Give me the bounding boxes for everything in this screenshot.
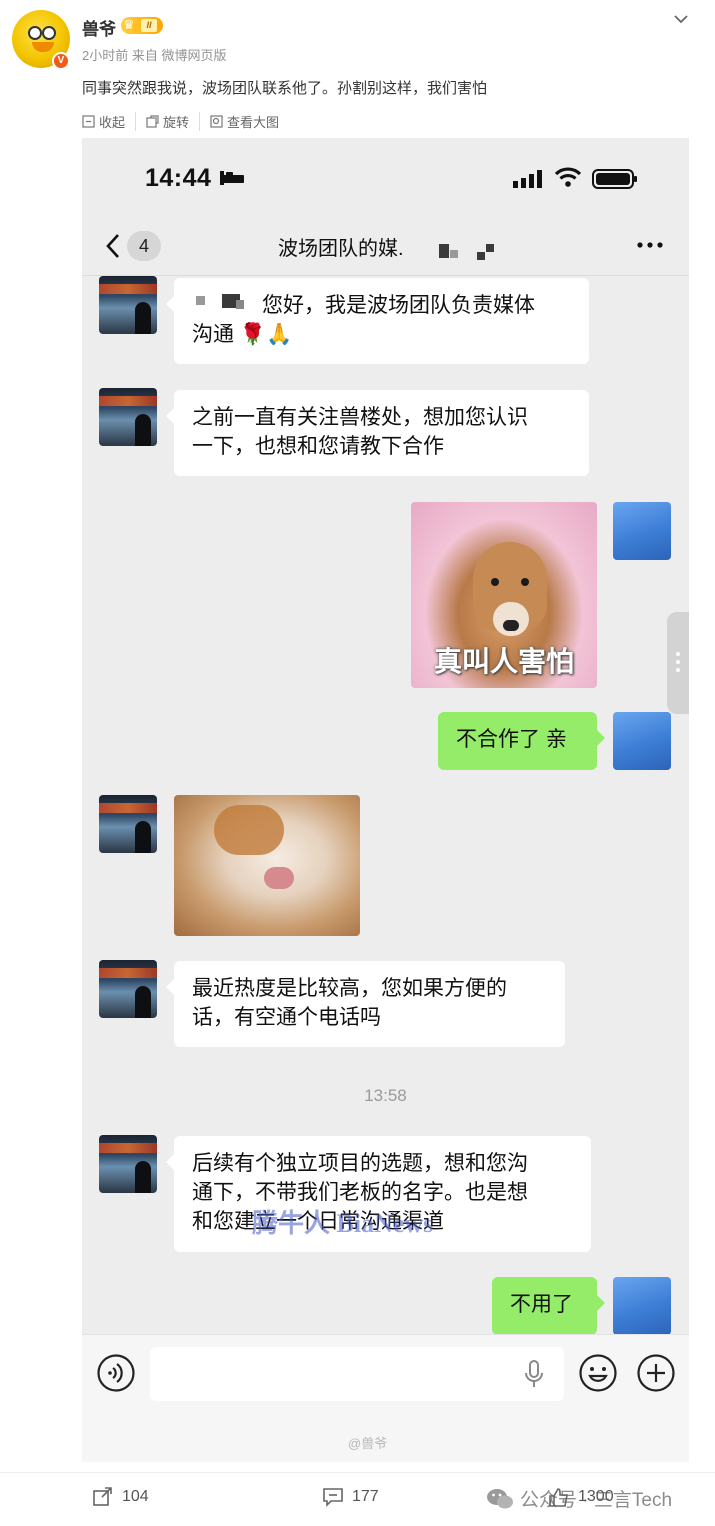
chat-timestamp: 13:58 xyxy=(364,1086,407,1105)
image-caption: 真叫人害怕 xyxy=(433,646,574,677)
message-bubble[interactable]: 不用了 xyxy=(492,1277,605,1335)
message-bubble[interactable]: 您好，我是波场团队负责媒体 沟通 🌹🙏 xyxy=(166,278,589,364)
contact-avatar[interactable] xyxy=(99,276,157,334)
message-bubble[interactable]: 之前一直有关注兽楼处，想加您认识 一下，也想和您请教下合作 xyxy=(166,390,589,476)
bed-icon xyxy=(220,171,244,185)
contact-avatar[interactable] xyxy=(99,388,157,446)
rotate-icon xyxy=(146,114,159,128)
message-text: 一下，也想和您请教下合作 xyxy=(192,435,444,458)
redaction-block xyxy=(486,244,494,252)
post-text: 同事突然跟我说，波场团队联系他了。孙割别这样，我们害怕 xyxy=(82,80,488,97)
mic-icon[interactable] xyxy=(523,1359,545,1389)
contact-avatar[interactable] xyxy=(99,960,157,1018)
repost-button[interactable]: 104 xyxy=(92,1487,149,1507)
self-avatar[interactable] xyxy=(613,712,671,770)
message-text: 不合作了 亲 xyxy=(456,728,567,751)
redaction-block xyxy=(196,296,205,305)
comment-count: 177 xyxy=(352,1488,379,1505)
vip-level: II xyxy=(141,19,157,32)
image-message[interactable] xyxy=(174,795,360,936)
image-toolbar: 收起 旋转 查看大图 xyxy=(82,110,299,132)
vip-crown-icon: ♛ II xyxy=(121,17,163,34)
comment-button[interactable]: 177 xyxy=(322,1487,379,1507)
message-text: 最近热度是比较高，您如果方便的 xyxy=(192,977,507,1000)
plus-icon[interactable] xyxy=(636,1353,676,1393)
side-drag-handle[interactable] xyxy=(667,612,689,714)
collapse-button[interactable]: 收起 xyxy=(82,111,137,131)
emoji-icon[interactable] xyxy=(578,1353,618,1393)
voice-input-icon[interactable] xyxy=(96,1353,136,1393)
redaction-block xyxy=(477,252,485,260)
verified-badge-icon: V xyxy=(52,52,70,70)
collapse-label: 收起 xyxy=(99,114,126,130)
weibo-post: V 兽爷 ♛ II 2小时前 来自 微博网页版 同事突然跟我说，波场团队联系他了… xyxy=(0,0,715,1526)
like-count: 1300 xyxy=(578,1488,614,1505)
redaction-block xyxy=(450,250,458,258)
message-input[interactable] xyxy=(150,1347,564,1401)
view-large-button[interactable]: 查看大图 xyxy=(210,112,289,131)
wifi-icon xyxy=(554,167,582,187)
post-header: V 兽爷 ♛ II 2小时前 来自 微博网页版 同事突然跟我说，波场团队联系他了… xyxy=(0,0,715,100)
battery-icon xyxy=(592,169,637,189)
repost-icon xyxy=(93,1487,112,1506)
watermark: 腾牛人 BiaNews xyxy=(252,1209,434,1238)
back-icon[interactable] xyxy=(104,232,122,260)
self-avatar[interactable] xyxy=(613,1277,671,1335)
view-large-icon xyxy=(210,114,223,128)
message-text: 不用了 xyxy=(510,1293,573,1316)
redaction-block xyxy=(439,244,449,258)
like-button[interactable]: 1300 xyxy=(548,1487,614,1507)
repost-count: 104 xyxy=(122,1488,149,1505)
message-text: 后续有个独立项目的选题，想和您沟 xyxy=(192,1152,528,1175)
post-actions: 104 177 公众号 · 三言Tech 1300 xyxy=(0,1472,715,1526)
message-bubble[interactable]: 不合作了 亲 xyxy=(438,712,605,770)
more-icon[interactable] xyxy=(636,238,664,252)
like-icon xyxy=(549,1488,568,1507)
contact-avatar[interactable] xyxy=(99,1135,157,1193)
wechat-icon xyxy=(487,1488,513,1508)
collapse-icon xyxy=(82,114,95,128)
status-bar: 14:44 xyxy=(82,138,689,218)
rotate-label: 旋转 xyxy=(163,114,190,130)
image-message[interactable]: 真叫人害怕 xyxy=(411,502,597,688)
contact-avatar[interactable] xyxy=(99,795,157,853)
chat-header: 4 波场团队的媒. xyxy=(82,218,689,276)
message-text: 沟通 🌹🙏 xyxy=(192,323,293,346)
comment-icon xyxy=(323,1488,343,1507)
rotate-button[interactable]: 旋转 xyxy=(146,111,201,131)
message-bubble[interactable]: 最近热度是比较高，您如果方便的 话，有空通个电话吗 xyxy=(166,961,565,1047)
chevron-down-icon[interactable] xyxy=(674,12,688,26)
message-text: 话，有空通个电话吗 xyxy=(192,1006,381,1029)
signal-icon xyxy=(513,170,542,188)
username[interactable]: 兽爷 xyxy=(82,15,116,40)
chat-title: 波场团队的媒. xyxy=(278,238,404,260)
post-meta: 2小时前 来自 微博网页版 xyxy=(82,48,227,63)
message-text: 之前一直有关注兽楼处，想加您认识 xyxy=(192,406,528,429)
chat-screenshot[interactable]: 14:44 4 波场团队的媒. 您好，我是波场团队负责媒体 沟通 🌹🙏 之前一直… xyxy=(82,138,689,1462)
chat-input-bar: @兽爷 xyxy=(82,1334,689,1462)
status-time: 14:44 xyxy=(145,164,212,192)
redaction-block xyxy=(236,300,244,309)
view-large-label: 查看大图 xyxy=(227,114,280,130)
image-credit: @兽爷 xyxy=(348,1436,388,1451)
unread-count-badge[interactable]: 4 xyxy=(127,231,161,261)
self-avatar[interactable] xyxy=(613,502,671,560)
message-text: 您好，我是波场团队负责媒体 xyxy=(262,294,535,317)
